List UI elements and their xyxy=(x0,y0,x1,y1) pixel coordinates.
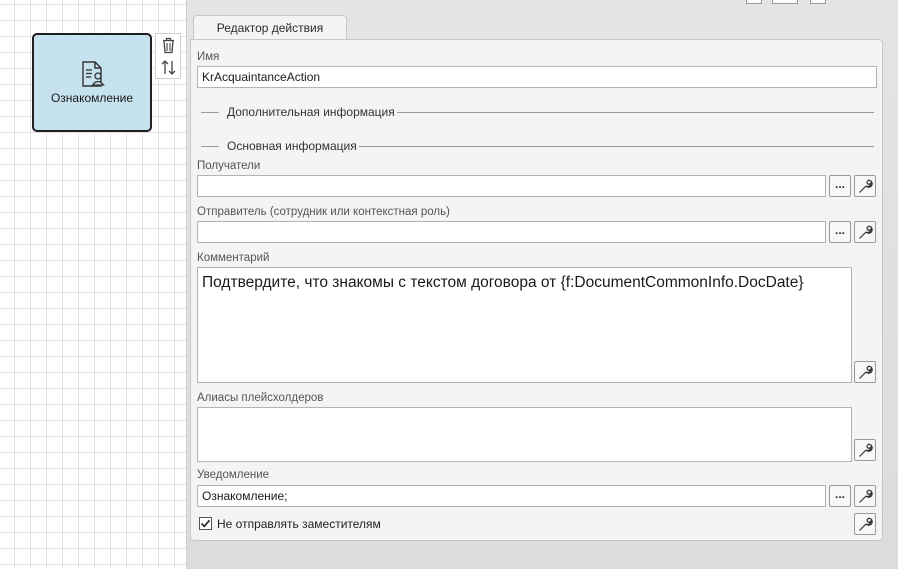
tab-action-editor[interactable]: Редактор действия xyxy=(193,15,347,40)
comment-settings-button[interactable] xyxy=(854,361,876,383)
notification-input[interactable]: Ознакомление; xyxy=(197,485,826,507)
document-user-icon xyxy=(82,61,105,87)
notification-label: Уведомление xyxy=(197,469,270,481)
wrench-icon xyxy=(859,179,873,193)
sender-settings-button[interactable] xyxy=(854,221,876,243)
section-additional-info-label: Дополнительная информация xyxy=(227,105,395,119)
toolbar-button[interactable] xyxy=(772,0,798,4)
wrench-icon xyxy=(859,225,873,239)
node-label: Ознакомление xyxy=(50,91,134,105)
sender-label: Отправитель (сотрудник или контекстная р… xyxy=(197,206,450,218)
notification-browse-button[interactable]: ... xyxy=(829,485,851,507)
name-label: Имя xyxy=(197,51,220,63)
aliases-textarea[interactable] xyxy=(197,407,852,462)
no-deputies-checkbox[interactable] xyxy=(199,517,212,530)
no-deputies-label[interactable]: Не отправлять заместителям xyxy=(217,517,381,531)
section-main-info-label: Основная информация xyxy=(227,139,357,153)
sender-input[interactable] xyxy=(197,221,826,243)
node-toolbar xyxy=(155,33,181,79)
comment-label: Комментарий xyxy=(197,252,270,264)
wrench-icon xyxy=(859,489,873,503)
section-main-info[interactable]: Основная информация xyxy=(201,139,874,153)
recipients-settings-button[interactable] xyxy=(854,175,876,197)
wrench-icon xyxy=(859,517,873,531)
toolbar-button[interactable] xyxy=(746,0,762,4)
wrench-icon xyxy=(859,443,873,457)
section-additional-info[interactable]: Дополнительная информация xyxy=(201,105,874,119)
toolbar-button[interactable] xyxy=(810,0,826,4)
acquaintance-action-node[interactable]: Ознакомление xyxy=(32,33,152,132)
name-input[interactable]: KrAcquaintanceAction xyxy=(197,66,877,88)
recipients-label: Получатели xyxy=(197,160,261,172)
trash-icon[interactable] xyxy=(159,36,178,55)
notification-settings-button[interactable] xyxy=(854,485,876,507)
no-deputies-settings-button[interactable] xyxy=(854,513,876,535)
recipients-browse-button[interactable]: ... xyxy=(829,175,851,197)
workflow-canvas[interactable]: Ознакомление xyxy=(0,0,186,569)
wrench-icon xyxy=(859,365,873,379)
recipients-input[interactable] xyxy=(197,175,826,197)
aliases-label: Алиасы плейсхолдеров xyxy=(197,392,324,404)
swap-arrows-icon[interactable] xyxy=(159,58,178,77)
sender-browse-button[interactable]: ... xyxy=(829,221,851,243)
comment-textarea[interactable]: Подтвердите, что знакомы с текстом догов… xyxy=(197,267,852,383)
aliases-settings-button[interactable] xyxy=(854,439,876,461)
checkmark-icon xyxy=(200,519,211,528)
